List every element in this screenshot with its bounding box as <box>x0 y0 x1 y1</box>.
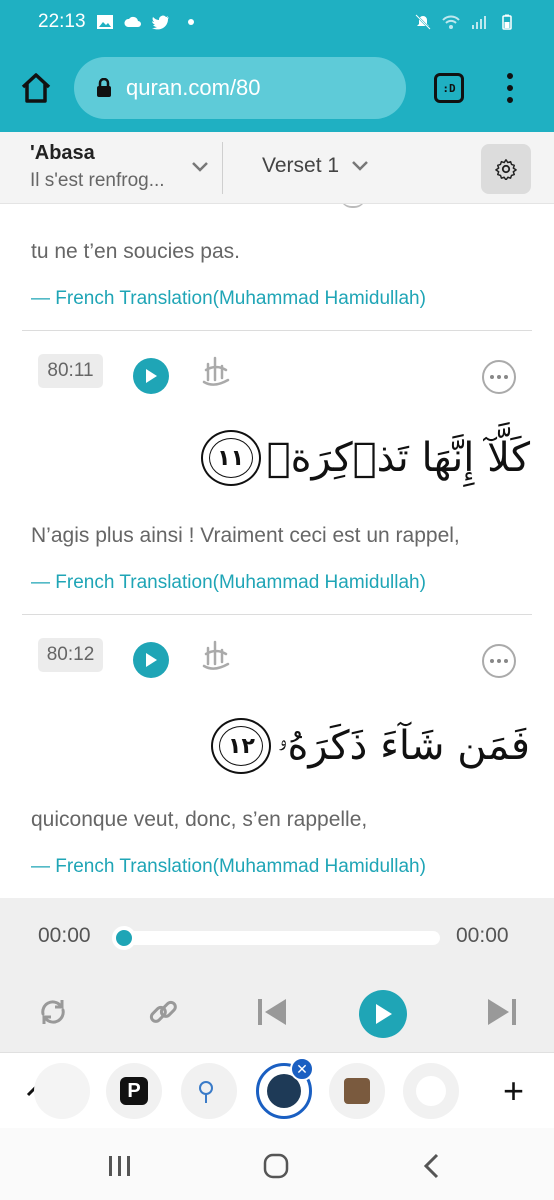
wifi-icon <box>442 15 460 29</box>
verse-selector[interactable]: Verset 1 <box>262 154 369 178</box>
surah-name: 'Abasa <box>30 142 95 164</box>
chevron-down-icon <box>352 161 368 172</box>
tafsir-icon[interactable] <box>198 352 232 392</box>
tab-thumbnail[interactable]: P <box>106 1063 162 1119</box>
arabic-text: كَلَّآ إِنَّهَا تَذۡكِرَةٞ <box>266 435 530 481</box>
next-verse-button[interactable] <box>482 992 522 1032</box>
signal-icon <box>472 16 486 29</box>
ayah-marker-partial <box>340 204 366 208</box>
translation-source-link[interactable]: — French Translation(Muhammad Hamidullah… <box>31 288 426 310</box>
ayah-number-marker: ١٢ <box>211 718 272 774</box>
previous-verse-button[interactable] <box>252 992 292 1032</box>
translation-source-link[interactable]: — French Translation(Muhammad Hamidullah… <box>31 856 426 878</box>
verses-list: tu ne t’en soucies pas. — French Transla… <box>0 204 554 898</box>
more-horizontal-icon <box>490 375 494 379</box>
arabic-text: فَمَن شَآءَ ذَكَرَهُۥ <box>277 723 530 769</box>
notification-dot-icon <box>187 19 194 25</box>
tab-switcher-button[interactable]: :D <box>434 73 464 103</box>
play-verse-button[interactable] <box>133 358 169 394</box>
copy-link-button[interactable] <box>143 992 183 1032</box>
blank-site-icon <box>416 1076 446 1106</box>
translation-source-link[interactable]: — French Translation(Muhammad Hamidullah… <box>31 572 426 594</box>
new-tab-button[interactable]: + <box>503 1073 524 1109</box>
surah-selector[interactable]: 'Abasa Il s'est renfrog... <box>30 140 220 196</box>
current-time: 00:00 <box>38 924 91 947</box>
home-button[interactable] <box>18 70 54 106</box>
chevron-down-icon <box>192 162 208 172</box>
url-text: quran.com/80 <box>126 75 261 100</box>
settings-button[interactable] <box>481 144 531 194</box>
skip-back-icon <box>258 999 286 1025</box>
verse-translation: tu ne t’en soucies pas. <box>31 240 240 263</box>
gallery-icon <box>96 15 113 29</box>
tab-thumbnail[interactable] <box>403 1063 459 1119</box>
verse-translation: quiconque veut, donc, s’en rappelle, <box>31 808 368 831</box>
gear-icon <box>495 159 517 180</box>
arabic-verse-text: كَلَّآ إِنَّهَا تَذۡكِرَةٞ ١١ <box>200 430 530 486</box>
cloud-icon <box>124 16 141 27</box>
mute-icon <box>415 14 431 30</box>
verse-divider <box>22 614 532 615</box>
site-icon <box>344 1078 370 1104</box>
tab-thumbnail[interactable] <box>329 1063 385 1119</box>
verse-selector-label: Verset 1 <box>262 154 340 177</box>
address-bar[interactable]: quran.com/80 <box>74 57 406 119</box>
play-verse-button[interactable] <box>133 642 169 678</box>
surah-translation: Il s'est renfrog... <box>30 170 165 191</box>
link-icon <box>149 1000 177 1023</box>
play-pause-button[interactable] <box>359 990 407 1038</box>
header-divider <box>222 142 223 194</box>
verse-divider <box>22 330 532 331</box>
skip-forward-icon <box>488 999 516 1025</box>
status-bar: 22:13 <box>0 0 554 44</box>
recent-apps-button[interactable] <box>102 1148 138 1184</box>
recent-apps-icon <box>109 1156 130 1176</box>
browser-menu-button[interactable] <box>500 70 520 106</box>
battery-icon <box>502 14 512 30</box>
home-circle-icon <box>263 1153 289 1179</box>
progress-track[interactable] <box>116 931 440 945</box>
verse-translation: N’agis plus ainsi ! Vraiment ceci est un… <box>31 524 460 547</box>
home-nav-button[interactable] <box>258 1148 294 1184</box>
tab-thumbnail[interactable] <box>34 1063 90 1119</box>
site-icon <box>199 1081 213 1103</box>
twitter-icon <box>151 15 169 30</box>
browser-toolbar: quran.com/80 :D <box>0 44 554 132</box>
back-nav-button[interactable] <box>414 1148 450 1184</box>
repeat-button[interactable] <box>33 992 73 1032</box>
tafsir-icon[interactable] <box>198 636 232 676</box>
status-time: 22:13 <box>38 11 86 32</box>
chapter-header: 'Abasa Il s'est renfrog... Verset 1 <box>0 132 554 204</box>
arabic-verse-text: فَمَن شَآءَ ذَكَرَهُۥ ١٢ <box>211 718 530 774</box>
browser-tab-strip: P ✕ + <box>0 1052 554 1128</box>
play-icon <box>376 1004 392 1024</box>
p-site-icon: P <box>120 1077 148 1105</box>
system-navigation-bar <box>0 1128 554 1200</box>
more-horizontal-icon <box>490 659 494 663</box>
verse-more-options-button[interactable] <box>482 644 516 678</box>
close-tab-button[interactable]: ✕ <box>290 1057 314 1081</box>
progress-knob[interactable] <box>112 926 136 950</box>
home-icon <box>21 73 51 103</box>
audio-player: 00:00 00:00 <box>0 898 554 1052</box>
verse-key-badge[interactable]: 80:11 <box>38 354 103 388</box>
more-vertical-icon <box>507 73 513 79</box>
ayah-number-marker: ١١ <box>200 430 261 486</box>
verse-more-options-button[interactable] <box>482 360 516 394</box>
tab-thumbnail[interactable] <box>181 1063 237 1119</box>
back-icon <box>423 1153 439 1179</box>
play-icon <box>146 653 157 667</box>
repeat-icon <box>41 1000 65 1024</box>
duration-time: 00:00 <box>456 924 509 947</box>
play-icon <box>146 369 157 383</box>
verse-key-badge[interactable]: 80:12 <box>38 638 103 672</box>
lock-icon <box>97 78 111 97</box>
